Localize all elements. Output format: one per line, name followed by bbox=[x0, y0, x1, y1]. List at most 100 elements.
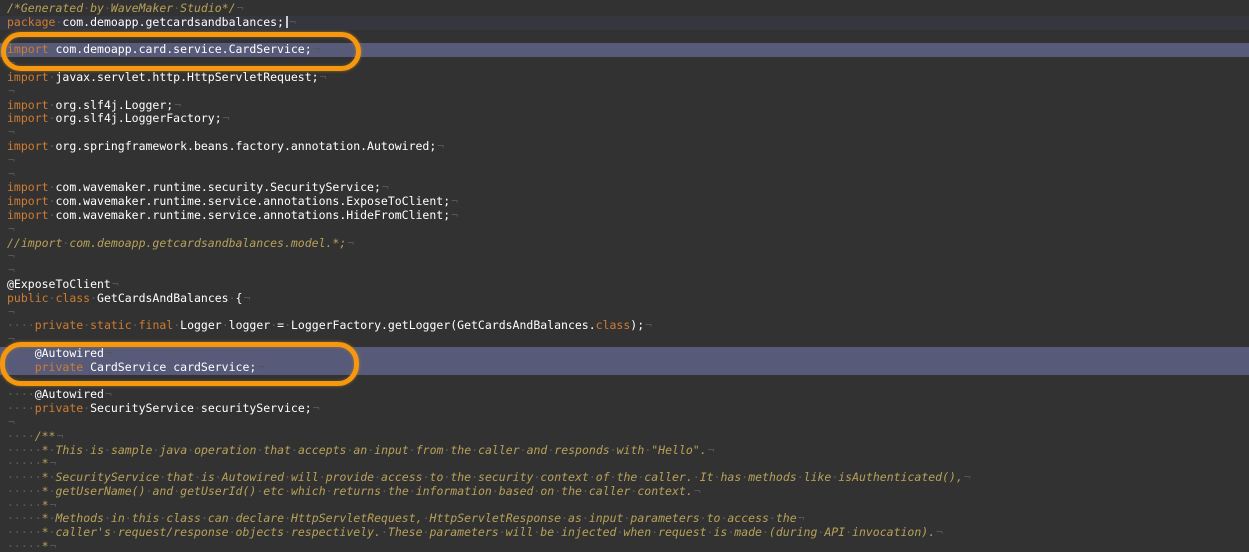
code-line[interactable]: ¬ bbox=[0, 57, 1249, 71]
code-text: com.wavemaker.runtime.service.annotation… bbox=[55, 194, 450, 208]
code-line[interactable]: ·····*·getUserName()·and·getUserId()·etc… bbox=[0, 485, 1249, 499]
eol-mark: ¬ bbox=[319, 70, 327, 84]
code-comment: in bbox=[111, 511, 125, 525]
code-line[interactable]: ¬ bbox=[0, 85, 1249, 99]
code-line-selected[interactable]: import·com.demoapp.card.service.CardServ… bbox=[0, 43, 1249, 57]
code-line[interactable]: import·com.wavemaker.runtime.service.ann… bbox=[0, 195, 1249, 209]
whitespace-dots: ···· bbox=[7, 346, 35, 360]
code-text: org.slf4j.LoggerFactory; bbox=[55, 111, 221, 125]
eol-mark: ¬ bbox=[7, 249, 15, 263]
whitespace-dots: · bbox=[104, 511, 111, 525]
code-line[interactable]: import·com.wavemaker.runtime.security.Se… bbox=[0, 181, 1249, 195]
code-editor[interactable]: /*Generated·by·WaveMaker·Studio*/¬packag… bbox=[0, 0, 1249, 552]
code-line-selected[interactable]: ····private·CardService·cardService;¬ bbox=[0, 361, 1249, 375]
eol-mark: ¬ bbox=[312, 401, 320, 415]
whitespace-dots: · bbox=[284, 525, 291, 539]
code-line[interactable]: ¬ bbox=[0, 250, 1249, 264]
code-line[interactable]: package·com.demoapp.getcardsandbalances;… bbox=[0, 16, 1249, 30]
whitespace-dots: · bbox=[111, 525, 118, 539]
whitespace-dots: · bbox=[520, 443, 527, 457]
code-line[interactable]: ¬ bbox=[0, 223, 1249, 237]
eol-mark: ¬ bbox=[963, 470, 971, 484]
eol-mark: ¬ bbox=[797, 511, 805, 525]
code-comment: has bbox=[720, 470, 741, 484]
whitespace-dots: · bbox=[589, 470, 596, 484]
code-comment: * bbox=[42, 498, 49, 512]
code-line[interactable]: ·····*·caller's·request/response·objects… bbox=[0, 526, 1249, 540]
code-line[interactable]: import·org.slf4j.LoggerFactory;¬ bbox=[0, 112, 1249, 126]
code-comment: * bbox=[42, 484, 49, 498]
code-line[interactable]: ·····*¬ bbox=[0, 499, 1249, 513]
code-line[interactable]: ·····*·This·is·sample·java·operation·tha… bbox=[0, 444, 1249, 458]
code-comment: the bbox=[617, 470, 638, 484]
eol-mark: ¬ bbox=[693, 484, 701, 498]
code-line[interactable]: ¬ bbox=[0, 333, 1249, 347]
whitespace-dots: · bbox=[610, 443, 617, 457]
code-line[interactable]: ¬ bbox=[0, 168, 1249, 182]
code-line[interactable]: public·class·GetCardsAndBalances·{¬ bbox=[0, 292, 1249, 306]
code-line[interactable]: ·····*·Methods·in·this·class·can·declare… bbox=[0, 512, 1249, 526]
whitespace-dots: · bbox=[769, 511, 776, 525]
code-comment: objects bbox=[236, 525, 284, 539]
code-line[interactable]: @ExposeToClient¬ bbox=[0, 278, 1249, 292]
code-keyword: private bbox=[35, 360, 83, 374]
code-line[interactable]: ¬ bbox=[0, 264, 1249, 278]
code-line[interactable]: ·····*·SecurityService·that·is·Autowired… bbox=[0, 471, 1249, 485]
code-line-selected[interactable]: ····@Autowired¬ bbox=[0, 347, 1249, 361]
eol-mark: ¬ bbox=[49, 498, 57, 512]
code-line[interactable]: ····@Autowired¬ bbox=[0, 388, 1249, 402]
eol-mark: ¬ bbox=[7, 167, 15, 181]
whitespace-dots: ···· bbox=[7, 387, 35, 401]
code-line[interactable]: ·····*¬ bbox=[0, 540, 1249, 552]
code-line[interactable]: import·org.slf4j.Logger;¬ bbox=[0, 99, 1249, 113]
code-comment: etc bbox=[263, 484, 284, 498]
eol-mark: ¬ bbox=[49, 456, 57, 470]
whitespace-dots: · bbox=[49, 443, 56, 457]
whitespace-dots: · bbox=[284, 484, 291, 498]
whitespace-dots: · bbox=[125, 511, 132, 525]
code-comment: These bbox=[388, 525, 423, 539]
code-line[interactable]: import·org.springframework.beans.factory… bbox=[0, 140, 1249, 154]
whitespace-dots: · bbox=[104, 443, 111, 457]
whitespace-dots: ···· bbox=[7, 429, 35, 443]
code-comment: declare bbox=[236, 511, 284, 525]
code-line[interactable]: ¬ bbox=[0, 416, 1249, 430]
eol-mark: ¬ bbox=[242, 291, 250, 305]
code-line[interactable]: ····private·SecurityService·securityServ… bbox=[0, 402, 1249, 416]
code-text: CardService bbox=[90, 360, 166, 374]
code-comment: the bbox=[450, 443, 471, 457]
code-comment: and bbox=[527, 443, 548, 457]
code-comment: of bbox=[596, 470, 610, 484]
eol-mark: ¬ bbox=[7, 222, 15, 236]
code-text: GetCardsAndBalances bbox=[97, 291, 229, 305]
whitespace-dots: · bbox=[409, 484, 416, 498]
code-line[interactable]: //import·com.demoapp.getcardsandbalances… bbox=[0, 237, 1249, 251]
code-line[interactable]: ¬ bbox=[0, 30, 1249, 44]
code-comment: input bbox=[589, 511, 624, 525]
whitespace-dots: · bbox=[319, 470, 326, 484]
code-line[interactable]: ¬ bbox=[0, 154, 1249, 168]
code-line[interactable]: ····private·static·final·Logger·logger·=… bbox=[0, 319, 1249, 333]
whitespace-dots: ····· bbox=[7, 470, 42, 484]
code-comment: is bbox=[201, 470, 215, 484]
code-comment: and bbox=[152, 484, 173, 498]
code-line[interactable]: import·com.wavemaker.runtime.service.ann… bbox=[0, 209, 1249, 223]
code-comment: this bbox=[132, 511, 160, 525]
code-line[interactable]: /*Generated·by·WaveMaker·Studio*/¬ bbox=[0, 2, 1249, 16]
code-line[interactable]: ¬ bbox=[0, 126, 1249, 140]
code-line[interactable]: ·····*¬ bbox=[0, 457, 1249, 471]
code-keyword: import bbox=[7, 42, 49, 56]
code-line[interactable]: ¬ bbox=[0, 306, 1249, 320]
eol-mark: ¬ bbox=[236, 1, 244, 15]
code-comment: * bbox=[42, 511, 49, 525]
code-line[interactable]: import·javax.servlet.http.HttpServletReq… bbox=[0, 71, 1249, 85]
code-comment: isAuthenticated(), bbox=[838, 470, 963, 484]
code-line[interactable]: ····/**¬ bbox=[0, 430, 1249, 444]
eol-mark: ¬ bbox=[7, 84, 15, 98]
whitespace-dots: · bbox=[582, 511, 589, 525]
code-line[interactable]: ¬ bbox=[0, 375, 1249, 389]
whitespace-dots: · bbox=[284, 511, 291, 525]
code-text: org.springframework.beans.factory.annota… bbox=[55, 139, 436, 153]
whitespace-dots: · bbox=[229, 511, 236, 525]
code-comment: by bbox=[90, 1, 104, 15]
